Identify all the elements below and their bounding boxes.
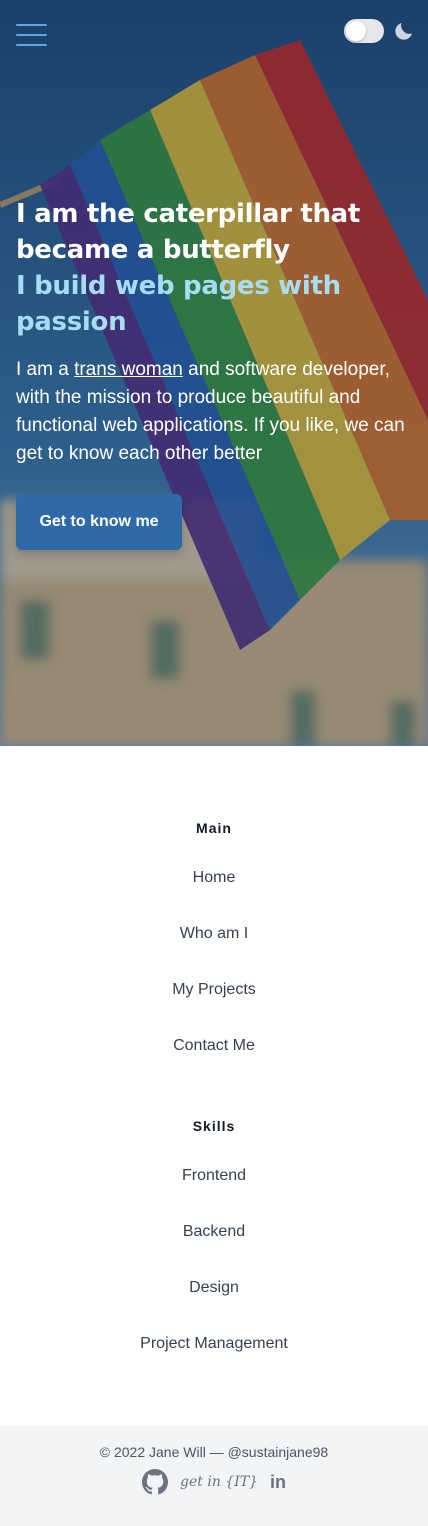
hero-subheadline: I build web pages with passion bbox=[16, 271, 341, 337]
nav-link-project-management[interactable]: Project Management bbox=[140, 1332, 288, 1356]
github-icon bbox=[142, 1469, 169, 1495]
linkedin-link[interactable]: in bbox=[270, 1472, 286, 1493]
theme-toggle[interactable] bbox=[344, 19, 384, 43]
trans-woman-link[interactable]: trans woman bbox=[74, 359, 183, 380]
footer-navigation: Main Home Who am I My Projects Contact M… bbox=[0, 746, 428, 1388]
nav-link-who-am-i[interactable]: Who am I bbox=[180, 922, 248, 946]
hamburger-line bbox=[16, 44, 47, 46]
list-item: Project Management bbox=[0, 1332, 428, 1388]
skills-links-list: Frontend Backend Design Project Manageme… bbox=[0, 1164, 428, 1388]
toggle-knob bbox=[346, 21, 366, 41]
get-to-know-me-button[interactable]: Get to know me bbox=[16, 494, 182, 550]
skills-links-group: Skills Frontend Backend Design Project M… bbox=[0, 1118, 428, 1388]
skills-group-title: Skills bbox=[192, 1118, 236, 1134]
list-item: Design bbox=[0, 1276, 428, 1332]
nav-link-design[interactable]: Design bbox=[189, 1276, 239, 1300]
hero-section: I am the caterpillar that became a butte… bbox=[0, 0, 428, 746]
list-item: My Projects bbox=[0, 978, 428, 1034]
nav-link-home[interactable]: Home bbox=[193, 866, 236, 890]
moon-icon[interactable] bbox=[392, 19, 416, 43]
page-footer: © 2022 Jane Will — @sustainjane98 get in… bbox=[0, 1426, 428, 1526]
hero-headline: I am the caterpillar that became a butte… bbox=[16, 199, 361, 265]
hamburger-line bbox=[16, 34, 47, 36]
list-item: Backend bbox=[0, 1220, 428, 1276]
top-bar bbox=[0, 0, 428, 70]
list-item: Home bbox=[0, 866, 428, 922]
nav-link-frontend[interactable]: Frontend bbox=[182, 1164, 246, 1188]
hamburger-menu-button[interactable] bbox=[16, 22, 48, 48]
list-item: Who am I bbox=[0, 922, 428, 978]
github-link[interactable] bbox=[142, 1469, 169, 1495]
hero-intro: I am a trans woman and software develope… bbox=[16, 356, 412, 468]
hamburger-line bbox=[16, 24, 47, 26]
list-item: Contact Me bbox=[0, 1034, 428, 1090]
nav-link-my-projects[interactable]: My Projects bbox=[172, 978, 256, 1002]
copyright-text: © 2022 Jane Will — @sustainjane98 bbox=[99, 1444, 329, 1460]
social-links: get in {IT} in bbox=[0, 1469, 428, 1495]
getinit-link[interactable]: get in {IT} bbox=[180, 1474, 258, 1490]
nav-link-contact-me[interactable]: Contact Me bbox=[173, 1034, 255, 1058]
nav-link-backend[interactable]: Backend bbox=[183, 1220, 245, 1244]
main-links-list: Home Who am I My Projects Contact Me bbox=[0, 866, 428, 1090]
hero-content: I am the caterpillar that became a butte… bbox=[16, 196, 412, 550]
list-item: Frontend bbox=[0, 1164, 428, 1220]
intro-prefix: I am a bbox=[16, 359, 75, 380]
main-links-group: Main Home Who am I My Projects Contact M… bbox=[0, 820, 428, 1090]
main-group-title: Main bbox=[196, 820, 232, 836]
